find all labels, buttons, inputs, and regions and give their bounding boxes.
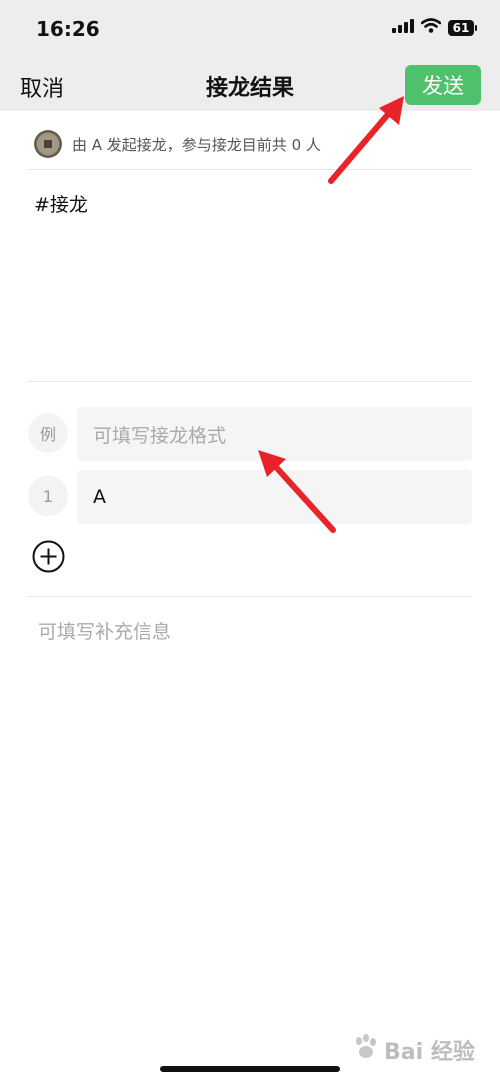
add-entry-icon[interactable] xyxy=(32,540,65,573)
initiator-text: 由 A 发起接龙，参与接龙目前共 0 人 xyxy=(72,135,321,154)
avatar[interactable] xyxy=(34,130,62,158)
initiator-row: 由 A 发起接龙，参与接龙目前共 0 人 xyxy=(34,130,321,158)
cellular-signal-icon xyxy=(392,18,414,37)
paw-icon xyxy=(350,1033,380,1067)
status-bar: 16:26 61 xyxy=(0,0,500,58)
entry-row: 1 A xyxy=(28,470,472,524)
entry-value: A xyxy=(93,486,106,508)
watermark-text: Bai 经验 xyxy=(384,1040,475,1065)
home-indicator[interactable] xyxy=(160,1066,340,1072)
battery-level: 61 xyxy=(452,20,470,35)
divider xyxy=(28,596,472,597)
annotation-arrows xyxy=(258,96,404,533)
watermark: Bai 经验 xyxy=(350,1024,490,1076)
example-row: 例 可填写接龙格式 xyxy=(28,407,472,461)
divider xyxy=(28,169,472,170)
nav-bar: 取消 接龙结果 发送 xyxy=(0,58,500,111)
topic-text[interactable]: #接龙 xyxy=(34,190,88,217)
entry-input[interactable]: A xyxy=(77,470,472,524)
send-button[interactable]: 发送 xyxy=(405,65,481,105)
wifi-icon xyxy=(420,18,442,37)
format-input[interactable]: 可填写接龙格式 xyxy=(77,407,472,461)
supplement-input[interactable]: 可填写补充信息 xyxy=(38,617,171,644)
format-placeholder: 可填写接龙格式 xyxy=(93,424,227,447)
entry-number-badge: 1 xyxy=(28,476,68,516)
status-time: 16:26 xyxy=(36,17,100,41)
battery-icon: 61 xyxy=(448,19,478,36)
example-badge: 例 xyxy=(28,413,68,453)
status-icons: 61 xyxy=(392,18,478,37)
divider xyxy=(28,381,472,382)
